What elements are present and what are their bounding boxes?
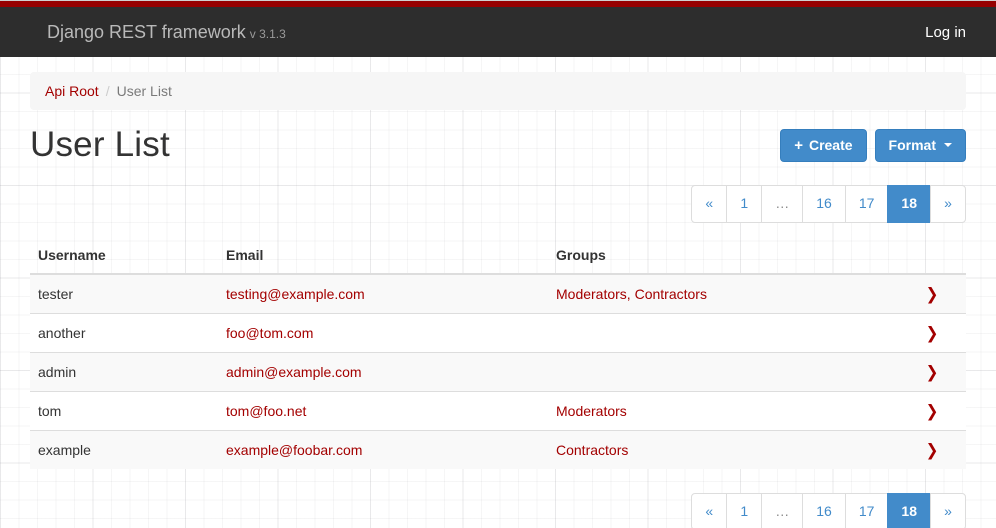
chevron-right-icon[interactable]: ❯ <box>926 362 939 382</box>
groups-cell: Moderators, Contractors <box>548 274 898 314</box>
title-row: User List + Create Format <box>30 122 966 168</box>
column-header-detail <box>898 237 966 274</box>
pagination-page-18-active[interactable]: 18 <box>888 185 931 223</box>
plus-icon: + <box>794 138 803 153</box>
groups-link[interactable]: Contractors <box>556 442 628 458</box>
email-link[interactable]: foo@tom.com <box>226 325 313 341</box>
groups-cell <box>548 313 898 352</box>
table-header-row: Username Email Groups <box>30 237 966 274</box>
username-cell: example <box>30 430 218 469</box>
create-button[interactable]: + Create <box>780 129 866 162</box>
groups-link[interactable]: Moderators, Contractors <box>556 286 707 302</box>
brand-text: Django REST framework <box>47 22 246 42</box>
username-cell: another <box>30 313 218 352</box>
column-header-username: Username <box>30 237 218 274</box>
email-cell: example@foobar.com <box>218 430 548 469</box>
breadcrumb: Api Root / User List <box>30 72 966 110</box>
email-link[interactable]: tom@foo.net <box>226 403 306 419</box>
page-title: User List <box>30 125 170 165</box>
email-cell: testing@example.com <box>218 274 548 314</box>
pagination-next[interactable]: » <box>931 493 966 528</box>
detail-cell: ❯ <box>898 274 966 314</box>
login-link[interactable]: Log in <box>925 24 966 41</box>
groups-cell: Moderators <box>548 391 898 430</box>
table-row: admin admin@example.com ❯ <box>30 352 966 391</box>
pagination-page-18-active[interactable]: 18 <box>888 493 931 528</box>
format-button-label: Format <box>889 138 936 152</box>
pagination-page-16[interactable]: 16 <box>803 185 846 223</box>
email-link[interactable]: testing@example.com <box>226 286 365 302</box>
pagination-next[interactable]: » <box>931 185 966 223</box>
groups-cell <box>548 352 898 391</box>
pagination-prev[interactable]: « <box>691 493 727 528</box>
table-row: another foo@tom.com ❯ <box>30 313 966 352</box>
chevron-right-icon[interactable]: ❯ <box>926 401 939 421</box>
pagination-page-16[interactable]: 16 <box>803 493 846 528</box>
table-row: example example@foobar.com Contractors ❯ <box>30 430 966 469</box>
create-button-label: Create <box>809 138 853 152</box>
email-cell: tom@foo.net <box>218 391 548 430</box>
chevron-right-icon[interactable]: ❯ <box>926 284 939 304</box>
format-dropdown-button[interactable]: Format <box>875 129 966 162</box>
breadcrumb-separator: / <box>106 83 110 99</box>
email-cell: admin@example.com <box>218 352 548 391</box>
table-row: tester testing@example.com Moderators, C… <box>30 274 966 314</box>
pagination-top: « 1 … 16 17 18 » <box>30 185 966 223</box>
pagination-prev[interactable]: « <box>691 185 727 223</box>
detail-cell: ❯ <box>898 313 966 352</box>
column-header-email: Email <box>218 237 548 274</box>
email-link[interactable]: example@foobar.com <box>226 442 362 458</box>
pagination-ellipsis: … <box>762 185 803 223</box>
navbar: Django REST framework v 3.1.3 Log in <box>0 7 996 57</box>
column-header-groups: Groups <box>548 237 898 274</box>
detail-cell: ❯ <box>898 430 966 469</box>
email-link[interactable]: admin@example.com <box>226 364 362 380</box>
table-row: tom tom@foo.net Moderators ❯ <box>30 391 966 430</box>
pagination-page-17[interactable]: 17 <box>846 493 889 528</box>
pagination-page-1[interactable]: 1 <box>727 493 762 528</box>
detail-cell: ❯ <box>898 352 966 391</box>
username-cell: tester <box>30 274 218 314</box>
version-label: v 3.1.3 <box>250 27 286 41</box>
breadcrumb-current: User List <box>117 83 172 99</box>
breadcrumb-api-root[interactable]: Api Root <box>45 83 99 99</box>
chevron-right-icon[interactable]: ❯ <box>926 323 939 343</box>
pagination-bottom: « 1 … 16 17 18 » <box>30 493 966 528</box>
toolbar: + Create Format <box>780 129 966 162</box>
pagination-page-1[interactable]: 1 <box>727 185 762 223</box>
groups-cell: Contractors <box>548 430 898 469</box>
chevron-right-icon[interactable]: ❯ <box>926 440 939 460</box>
caret-down-icon <box>944 143 952 147</box>
pagination-page-17[interactable]: 17 <box>846 185 889 223</box>
user-table: Username Email Groups tester testing@exa… <box>30 237 966 469</box>
email-cell: foo@tom.com <box>218 313 548 352</box>
detail-cell: ❯ <box>898 391 966 430</box>
pagination-ellipsis: … <box>762 493 803 528</box>
username-cell: admin <box>30 352 218 391</box>
navbar-brand[interactable]: Django REST framework v 3.1.3 <box>47 22 286 43</box>
username-cell: tom <box>30 391 218 430</box>
groups-link[interactable]: Moderators <box>556 403 627 419</box>
